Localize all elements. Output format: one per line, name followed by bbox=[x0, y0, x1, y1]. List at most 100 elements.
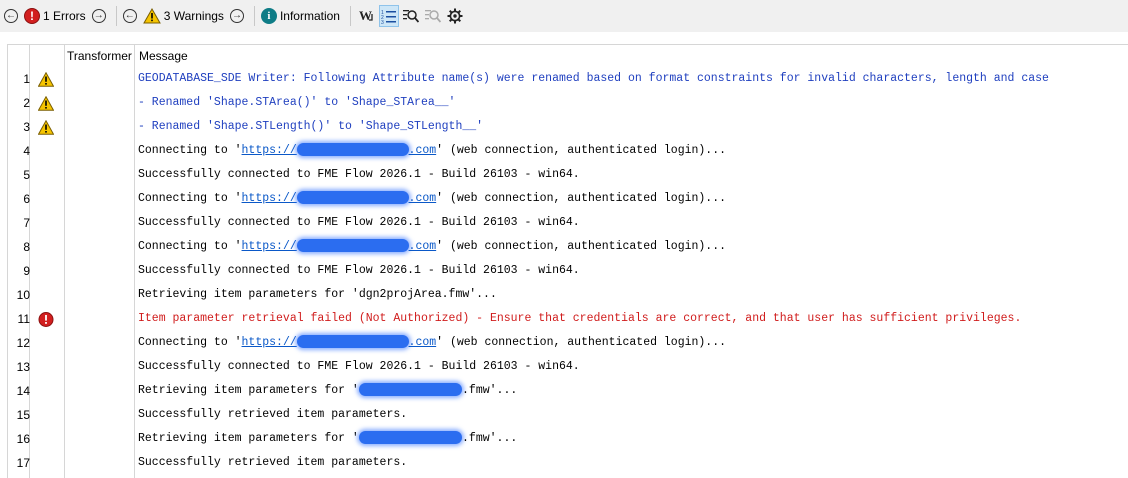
message-text: Connecting to ' bbox=[138, 192, 242, 205]
log-row[interactable]: 16 Retrieving item parameters for ' .fmw'.… bbox=[8, 427, 1128, 451]
message-link[interactable]: .com bbox=[409, 336, 437, 349]
message-text: Retrieving item parameters for ' bbox=[138, 432, 359, 445]
log-message: Successfully connected to FME Flow 2026.… bbox=[138, 163, 580, 187]
log-row[interactable]: 5 Successfully connected to FME Flow 2026… bbox=[8, 163, 1128, 187]
toolbar-separator bbox=[253, 6, 255, 26]
log-row[interactable]: 6 Connecting to 'https:// .com' (web conne… bbox=[8, 187, 1128, 211]
message-link[interactable]: https:// bbox=[242, 240, 297, 253]
row-number: 17 bbox=[16, 456, 30, 470]
svg-text:W: W bbox=[359, 8, 372, 23]
message-text: .fmw'... bbox=[462, 432, 518, 445]
message-text: Connecting to ' bbox=[138, 336, 242, 349]
row-number: 13 bbox=[16, 360, 30, 374]
message-text: Item parameter retrieval failed (Not Aut… bbox=[138, 312, 1022, 325]
word-wrap-button[interactable]: W bbox=[357, 5, 377, 27]
find-button[interactable] bbox=[401, 5, 421, 27]
log-message: Successfully retrieved item parameters. bbox=[138, 451, 407, 475]
warnings-next-button[interactable]: → bbox=[229, 4, 244, 28]
row-number: 12 bbox=[16, 336, 30, 350]
search-log-icon bbox=[402, 10, 419, 23]
log-message: Item parameter retrieval failed (Not Aut… bbox=[138, 307, 1021, 331]
row-number: 11 bbox=[17, 312, 30, 326]
column-header-message[interactable]: Message bbox=[139, 45, 188, 67]
svg-text:3: 3 bbox=[381, 20, 384, 24]
log-row[interactable]: 10 Retrieving item parameters for 'dgn2pr… bbox=[8, 283, 1128, 307]
message-text: Successfully retrieved item parameters. bbox=[138, 408, 408, 421]
message-text: - Renamed 'Shape.STArea()' to 'Shape_STA… bbox=[138, 96, 456, 109]
redacted-text bbox=[296, 191, 409, 205]
warnings-filter-toggle[interactable]: 3 Warnings bbox=[142, 4, 224, 28]
message-link[interactable]: .com bbox=[409, 144, 437, 157]
row-number: 10 bbox=[16, 288, 30, 302]
log-message: Successfully connected to FME Flow 2026.… bbox=[138, 355, 580, 379]
gear-icon bbox=[447, 8, 463, 24]
log-message: - Renamed 'Shape.STLength()' to 'Shape_S… bbox=[138, 115, 483, 139]
toolbar-separator bbox=[349, 6, 351, 26]
error-icon: ! bbox=[24, 8, 40, 24]
log-row[interactable]: 3 - Renamed 'Shape.STLength()' to 'Shape_… bbox=[8, 115, 1128, 139]
log-message: Successfully connected to FME Flow 2026.… bbox=[138, 259, 580, 283]
log-row[interactable]: 13 Successfully connected to FME Flow 202… bbox=[8, 355, 1128, 379]
row-number: 15 bbox=[16, 408, 30, 422]
log-row[interactable]: 17 Successfully retrieved item parameters… bbox=[8, 451, 1128, 475]
log-row[interactable]: 15 Successfully retrieved item parameters… bbox=[8, 403, 1128, 427]
errors-next-button[interactable]: → bbox=[91, 4, 106, 28]
log-message: Connecting to 'https:// .com' (web connec… bbox=[138, 331, 726, 355]
log-message: GEODATABASE_SDE Writer: Following Attrib… bbox=[138, 67, 1049, 91]
arrow-left-icon: ← bbox=[122, 9, 137, 23]
message-text: Retrieving item parameters for ' bbox=[138, 384, 359, 397]
message-text: Connecting to ' bbox=[138, 240, 242, 253]
column-header-transformer[interactable]: Transformer bbox=[67, 45, 132, 67]
message-text: ' (web connection, authenticated login).… bbox=[436, 336, 727, 349]
message-text: Successfully retrieved item parameters. bbox=[138, 456, 408, 469]
information-filter-toggle[interactable]: i Information bbox=[260, 4, 340, 28]
row-number: 6 bbox=[23, 192, 30, 206]
search-disabled-icon bbox=[424, 10, 441, 23]
redacted-text bbox=[296, 335, 409, 349]
message-text: Successfully connected to FME Flow 2026.… bbox=[138, 264, 580, 277]
redacted-text bbox=[296, 239, 409, 253]
row-number: 7 bbox=[23, 216, 30, 230]
log-row[interactable]: 1 GEODATABASE_SDE Writer: Following Attri… bbox=[8, 67, 1128, 91]
filter-button[interactable] bbox=[423, 5, 443, 27]
warning-icon bbox=[38, 96, 54, 111]
row-number: 8 bbox=[23, 240, 30, 254]
message-link[interactable]: https:// bbox=[242, 192, 297, 205]
errors-filter-toggle[interactable]: ! 1 Errors bbox=[24, 4, 86, 28]
message-text: ' (web connection, authenticated login).… bbox=[436, 192, 727, 205]
log-row[interactable]: 9 Successfully connected to FME Flow 2026… bbox=[8, 259, 1128, 283]
settings-button[interactable] bbox=[445, 5, 465, 27]
log-message: Successfully retrieved item parameters. bbox=[138, 403, 407, 427]
message-link[interactable]: .com bbox=[409, 192, 437, 205]
log-row[interactable]: 14 Retrieving item parameters for ' .fmw'.… bbox=[8, 379, 1128, 403]
warnings-prev-button[interactable]: ← bbox=[122, 4, 137, 28]
message-link[interactable]: https:// bbox=[242, 336, 297, 349]
numbered-list-icon: 1 2 3 bbox=[381, 10, 396, 24]
message-text: Connecting to ' bbox=[138, 144, 242, 157]
line-numbers-toggle[interactable]: 1 2 3 bbox=[378, 5, 399, 27]
errors-prev-button[interactable]: ← bbox=[4, 4, 18, 28]
errors-label: 1 Errors bbox=[43, 9, 86, 23]
row-number: 14 bbox=[16, 384, 30, 398]
log-message: - Renamed 'Shape.STArea()' to 'Shape_STA… bbox=[138, 91, 455, 115]
warning-icon bbox=[142, 8, 161, 24]
log-row[interactable]: 7 Successfully connected to FME Flow 2026… bbox=[8, 211, 1128, 235]
log-row[interactable]: 11 Item parameter retrieval failed (Not A… bbox=[8, 307, 1128, 331]
row-number: 5 bbox=[23, 168, 30, 182]
redacted-text bbox=[358, 383, 463, 397]
log-row[interactable]: 2 - Renamed 'Shape.STArea()' to 'Shape_ST… bbox=[8, 91, 1128, 115]
log-message: Successfully connected to FME Flow 2026.… bbox=[138, 211, 580, 235]
message-text: .fmw'... bbox=[462, 384, 518, 397]
arrow-right-icon: → bbox=[91, 9, 106, 23]
log-row[interactable]: 4 Connecting to 'https:// .com' (web conne… bbox=[8, 139, 1128, 163]
toolbar-separator bbox=[115, 6, 117, 26]
arrow-right-icon: → bbox=[229, 9, 244, 23]
log-row[interactable]: 12 Connecting to 'https:// .com' (web conn… bbox=[8, 331, 1128, 355]
message-text: GEODATABASE_SDE Writer: Following Attrib… bbox=[138, 72, 1049, 85]
log-table[interactable]: Transformer Message 1 GEODATABASE_SDE Wri… bbox=[7, 44, 1128, 478]
row-number: 4 bbox=[23, 144, 30, 158]
message-link[interactable]: .com bbox=[409, 240, 437, 253]
log-row[interactable]: 8 Connecting to 'https:// .com' (web conne… bbox=[8, 235, 1128, 259]
log-message: Retrieving item parameters for ' .fmw'... bbox=[138, 379, 517, 403]
message-link[interactable]: https:// bbox=[242, 144, 297, 157]
